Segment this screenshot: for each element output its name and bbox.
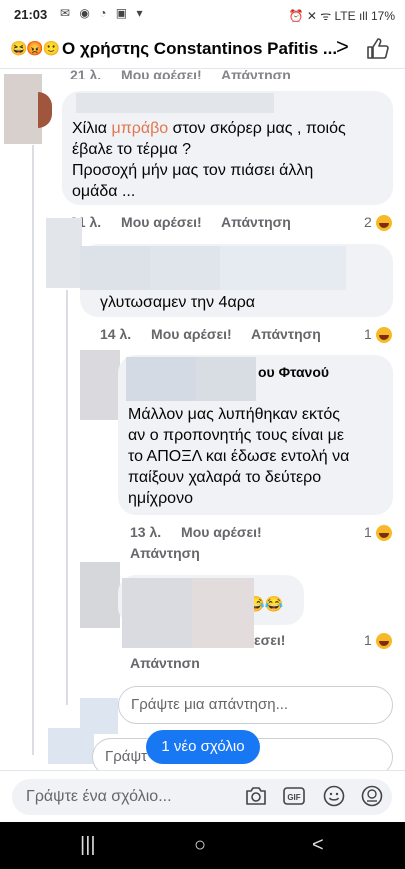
- haha-reaction-icon: [375, 327, 392, 344]
- reply-placeholder: Γράψτ: [105, 748, 148, 765]
- haha-reaction-icon: [375, 525, 392, 542]
- reaction-count-4[interactable]: 1: [364, 632, 392, 650]
- reply-placeholder: Γράψτε μια απάντηση...: [131, 696, 289, 713]
- status-time: 21:03: [14, 7, 48, 22]
- author-name-blurred[interactable]: [80, 246, 150, 290]
- avatar-blurred[interactable]: [4, 74, 42, 144]
- comment-text-3: Μάλλον μας λυπήθηκαν εκτός αν ο προπονητ…: [128, 406, 350, 507]
- chevron-right-icon[interactable]: >: [336, 34, 349, 60]
- partial-meta-row: 21 λ. Μου αρέσει! Απάντηση: [70, 67, 307, 79]
- reaction-count-2[interactable]: 1: [364, 326, 392, 344]
- avatar-blurred[interactable]: [80, 562, 120, 628]
- reply-link[interactable]: Απάντηση: [251, 326, 321, 342]
- comment-meta-3: 13 λ. Μου αρέσει!: [130, 524, 278, 540]
- like-link[interactable]: εσει!: [254, 632, 285, 648]
- back-button[interactable]: <: [312, 834, 324, 857]
- home-button[interactable]: ○: [194, 834, 206, 857]
- sticker-icon[interactable]: [360, 784, 384, 808]
- thumbs-up-icon[interactable]: [366, 37, 390, 61]
- reaction-number: 1: [364, 632, 372, 648]
- reply-link[interactable]: Απάντηση: [221, 214, 291, 230]
- reply-link[interactable]: Απάντηση: [130, 655, 200, 668]
- post-header: 😆😡🙂 Ο χρήστης Constantinos Pafitis ... >: [0, 30, 405, 69]
- blur-block: [150, 246, 220, 290]
- reply-link[interactable]: Απάντηση: [130, 545, 200, 561]
- avatar-blurred[interactable]: [46, 218, 82, 288]
- post-title[interactable]: Ο χρήστης Constantinos Pafitis ...: [62, 39, 337, 59]
- like-link[interactable]: Μου αρέσει!: [151, 326, 232, 342]
- comment-meta-1: 21 λ. Μου αρέσει! Απάντηση: [70, 214, 307, 230]
- recent-apps-button[interactable]: |||: [80, 834, 96, 857]
- highlighted-word: μπράβο: [111, 120, 169, 137]
- comment-time: 13 λ.: [130, 524, 162, 540]
- comment-bubble-3: ου Φτανού Μάλλον μας λυπήθηκαν εκτός αν …: [118, 355, 393, 515]
- reaction-number: 1: [364, 524, 372, 540]
- reaction-count-3[interactable]: 1: [364, 524, 392, 542]
- svg-text:GIF: GIF: [287, 793, 300, 802]
- status-right-info: ⏰ ✕ ᯤ LTE ıll 17%: [288, 9, 395, 23]
- comment-text-2: γλυτωσαμεν την 4αρα: [100, 294, 256, 311]
- comment-placeholder: Γράψτε ένα σχόλιο...: [26, 788, 172, 805]
- author-name[interactable]: ου Φτανού: [258, 364, 329, 380]
- partial-like-link[interactable]: Μου αρέσει!: [121, 67, 202, 79]
- emoji-icon[interactable]: [322, 784, 346, 808]
- author-name-blurred[interactable]: [76, 93, 274, 113]
- comment-bubble-2: γλυτωσαμεν την 4αρα: [80, 244, 393, 317]
- like-link[interactable]: Μου αρέσει!: [121, 214, 202, 230]
- blur-block: [220, 246, 346, 290]
- status-bar: 21:03 ✉ ◉ ◔ ▣ ▾ ⏰ ✕ ᯤ LTE ıll 17%: [0, 0, 405, 30]
- author-name-blurred[interactable]: [122, 578, 192, 648]
- partial-reply-link[interactable]: Απάντηση: [221, 67, 291, 79]
- comment-bubble-1: Χίλια μπράβο στον σκόρερ μας , ποιός έβα…: [62, 91, 393, 205]
- reaction-count-1[interactable]: 2: [364, 214, 392, 232]
- haha-reaction-icon: [375, 633, 392, 650]
- camera-icon[interactable]: [244, 784, 268, 808]
- comment-meta-2: 14 λ. Μου αρέσει! Απάντηση: [100, 326, 337, 342]
- reaction-number: 1: [364, 326, 372, 342]
- blur-block: [192, 578, 254, 648]
- system-nav-bar: ||| ○ <: [0, 822, 405, 869]
- blur-block: [196, 357, 256, 401]
- haha-reaction-icon: [375, 215, 392, 232]
- user-avatar-blurred: [48, 728, 94, 764]
- reply-input[interactable]: Γράψτε μια απάντηση...: [118, 686, 393, 724]
- comment-input[interactable]: Γράψτε ένα σχόλιο... GIF: [12, 779, 392, 815]
- avatar-blurred[interactable]: [80, 350, 120, 420]
- comment-text-1: Χίλια μπράβο στον σκόρερ μας , ποιός έβα…: [72, 120, 346, 200]
- like-link[interactable]: Μου αρέσει!: [181, 524, 262, 540]
- avatar[interactable]: [38, 92, 52, 128]
- reply-thread-line: [66, 290, 68, 705]
- reaction-number: 2: [364, 214, 372, 230]
- comment-composer: Γράψτε ένα σχόλιο... GIF: [0, 770, 405, 823]
- notification-icons: ✉ ◉ ◔ ▣ ▾: [60, 6, 146, 20]
- partial-time: 21 λ.: [70, 67, 102, 79]
- thread-line: [32, 145, 34, 755]
- reaction-emojis: 😆😡🙂: [10, 40, 60, 56]
- new-comments-button[interactable]: 1 νέο σχόλιο: [146, 730, 260, 764]
- author-name-blurred[interactable]: [126, 357, 196, 401]
- gif-icon[interactable]: GIF: [282, 784, 306, 808]
- comment-time: 14 λ.: [100, 326, 132, 342]
